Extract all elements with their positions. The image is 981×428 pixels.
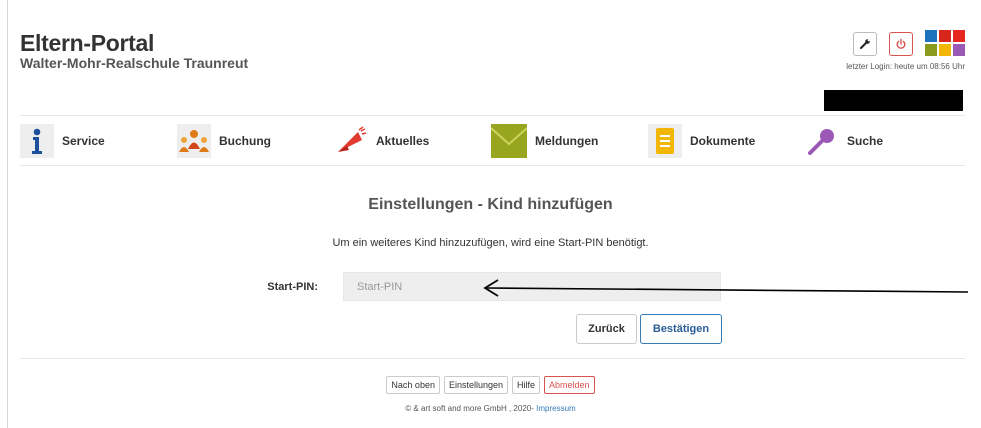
power-icon <box>896 38 906 49</box>
arrow-annotation-icon <box>483 279 969 297</box>
divider <box>20 165 965 166</box>
wrench-icon <box>860 39 870 49</box>
info-text: Um ein weiteres Kind hinzuzufügen, wird … <box>332 237 649 249</box>
magnifier-icon <box>805 124 839 158</box>
help-button[interactable]: Hilfe <box>512 376 541 394</box>
app-tiles-icon[interactable] <box>925 30 965 56</box>
settings-button[interactable] <box>853 32 877 56</box>
people-icon <box>177 124 211 158</box>
impressum-link[interactable]: Impressum <box>536 404 576 413</box>
nav-item-suche[interactable]: Suche <box>805 124 883 158</box>
confirm-button[interactable]: Bestätigen <box>640 314 722 344</box>
page-title: Einstellungen - Kind hinzufügen <box>368 196 613 213</box>
back-button[interactable]: Zurück <box>576 314 637 344</box>
envelope-icon <box>491 124 527 158</box>
info-icon <box>20 124 54 158</box>
nav-item-aktuelles[interactable]: Aktuelles <box>334 124 429 158</box>
left-border <box>7 0 8 428</box>
nav-item-service[interactable]: Service <box>20 124 105 158</box>
document-icon <box>648 124 682 158</box>
last-login-info: letzter Login: heute um 08:56 Uhr <box>846 62 965 71</box>
start-pin-label: Start-PIN: <box>267 281 318 293</box>
nav-item-buchung[interactable]: Buchung <box>177 124 271 158</box>
portal-title: Eltern-Portal <box>20 30 155 56</box>
divider <box>20 358 965 359</box>
logout-button[interactable] <box>889 32 913 56</box>
nav-item-dokumente[interactable]: Dokumente <box>648 124 755 158</box>
settings-link-button[interactable]: Einstellungen <box>443 376 509 394</box>
nav-item-meldungen[interactable]: Meldungen <box>491 124 598 158</box>
school-name: Walter-Mohr-Realschule Traunreut <box>20 55 249 71</box>
copyright-text: © & art soft and more GmbH , 2020- Impre… <box>405 404 576 413</box>
footer-links: Nach oben Einstellungen Hilfe Abmelden <box>0 376 981 394</box>
redacted-user-bar <box>824 90 963 111</box>
megaphone-icon <box>334 124 368 158</box>
divider <box>20 115 965 116</box>
back-to-top-button[interactable]: Nach oben <box>386 376 440 394</box>
logout-link-button[interactable]: Abmelden <box>544 376 595 394</box>
